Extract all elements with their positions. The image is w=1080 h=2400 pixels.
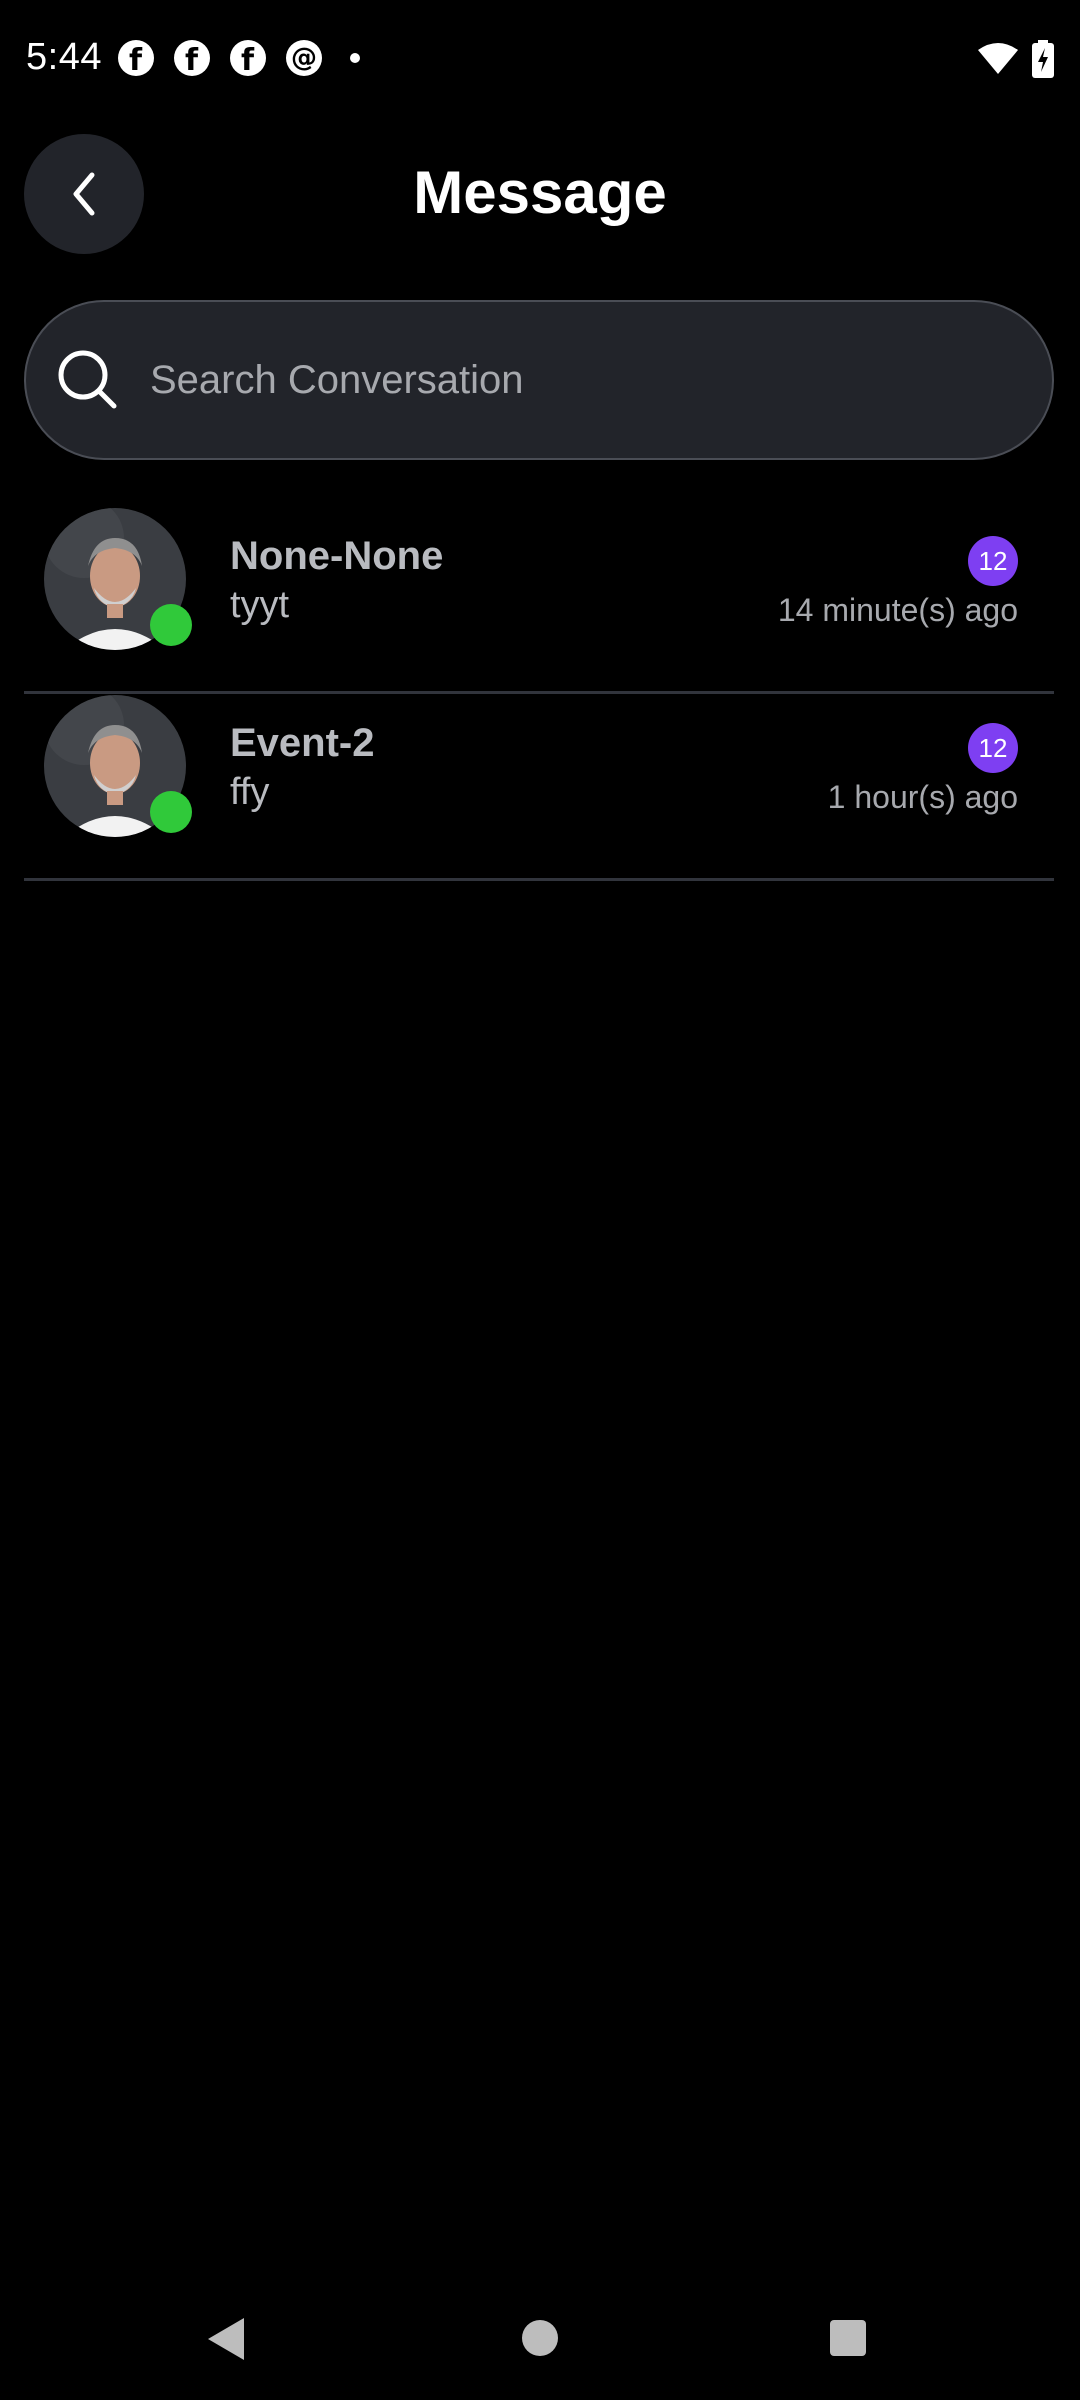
battery-charging-icon — [1032, 40, 1054, 78]
notification-icons — [118, 40, 360, 79]
conversation-last-message: ffy — [230, 771, 270, 813]
system-icons — [978, 40, 1054, 78]
online-status-indicator — [150, 791, 192, 833]
system-navigation-bar — [0, 2280, 1080, 2400]
conversation-item[interactable]: Event-2 ffy 12 1 hour(s) ago — [24, 695, 1054, 881]
search-icon — [58, 350, 117, 409]
facebook-icon — [118, 40, 154, 79]
facebook-icon — [230, 40, 266, 79]
notification-dot-icon — [350, 53, 360, 63]
search-placeholder: Search Conversation — [150, 357, 524, 402]
nav-back-icon[interactable] — [206, 2316, 246, 2362]
conversation-name: Event-2 — [230, 721, 375, 765]
conversation-time: 1 hour(s) ago — [827, 779, 1018, 815]
threads-icon — [286, 40, 322, 76]
wifi-icon — [978, 43, 1018, 74]
status-bar: 5:44 — [0, 0, 1080, 120]
nav-recents-icon[interactable] — [830, 2320, 866, 2356]
search-input[interactable]: Search Conversation — [24, 300, 1054, 460]
messages-screen: 5:44 Message S — [0, 0, 1080, 2400]
nav-home-icon[interactable] — [522, 2320, 558, 2356]
facebook-icon — [174, 40, 210, 79]
unread-badge: 12 — [968, 723, 1018, 773]
unread-badge: 12 — [968, 536, 1018, 586]
page-title: Message — [413, 159, 667, 226]
conversation-item[interactable]: None-None tyyt 12 14 minute(s) ago — [24, 508, 1054, 694]
status-time: 5:44 — [26, 36, 102, 78]
online-status-indicator — [150, 604, 192, 646]
conversation-last-message: tyyt — [230, 584, 290, 626]
conversation-name: None-None — [230, 534, 444, 578]
conversation-time: 14 minute(s) ago — [777, 592, 1018, 628]
